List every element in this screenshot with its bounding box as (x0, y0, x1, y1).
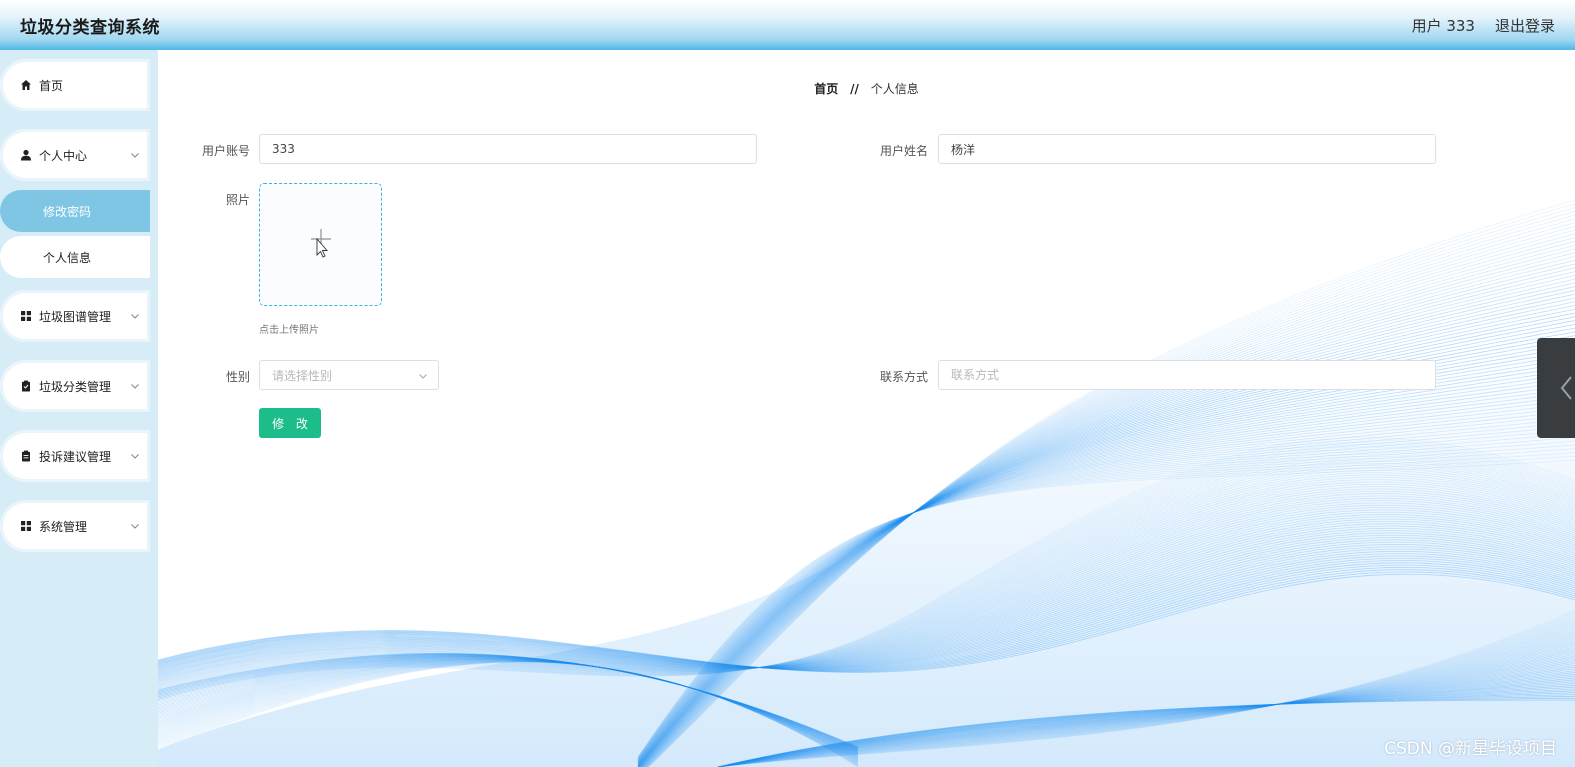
sidebar-item-label: 垃圾分类管理 (39, 379, 112, 394)
sidebar-item-garbage-classification[interactable]: 垃圾分类管理 (0, 360, 150, 412)
photo-label: 照片 (225, 193, 250, 207)
photo-upload-button[interactable] (259, 183, 382, 306)
sidebar-item-system-management[interactable]: 系统管理 (0, 500, 150, 552)
sidebar-subitem-personal-info[interactable]: 个人信息 (0, 236, 150, 278)
top-header: 垃圾分类查询系统 用户 333 退出登录 (0, 0, 1575, 50)
sidebar-item-label: 垃圾图谱管理 (39, 309, 112, 324)
name-label: 用户姓名 (879, 144, 928, 158)
sidebar-subitem-label: 修改密码 (43, 204, 92, 219)
sidebar-item-personal-center[interactable]: 个人中心 (0, 129, 150, 181)
submit-button[interactable]: 修 改 (259, 408, 321, 438)
gender-select[interactable]: 请选择性别 (259, 360, 439, 390)
sidebar-subitem-label: 个人信息 (43, 250, 92, 265)
main-content: 首页 // 个人信息 用户账号 用户姓名 照片 点击上传照片 性别 请选择性别 … (158, 50, 1575, 767)
contact-label: 联系方式 (879, 370, 928, 384)
sidebar-item-label: 投诉建议管理 (39, 449, 112, 464)
chevron-down-icon (419, 374, 427, 379)
gender-label: 性别 (225, 370, 250, 384)
breadcrumb: 首页 // 个人信息 (158, 80, 1575, 97)
sidebar-subitem-change-password[interactable]: 修改密码 (0, 190, 150, 232)
sidebar-item-label: 首页 (39, 78, 64, 93)
watermark: CSDN @新星毕设项目 (1384, 739, 1557, 759)
sidebar-item-label: 个人中心 (39, 148, 88, 163)
grid-icon (20, 310, 32, 322)
sidebar-item-home[interactable]: 首页 (0, 59, 150, 111)
chevron-left-icon (1560, 376, 1572, 400)
sidebar: 首页 个人中心 修改密码 个人信息 垃圾图谱管理 垃圾分类管理 投诉建议管理 系… (0, 50, 158, 767)
upload-tip: 点击上传照片 (259, 325, 319, 336)
app-title: 垃圾分类查询系统 (20, 17, 160, 38)
user-icon (20, 149, 32, 161)
account-input[interactable] (259, 134, 757, 164)
chevron-down-icon (131, 524, 139, 529)
sidebar-item-garbage-atlas[interactable]: 垃圾图谱管理 (0, 290, 150, 342)
gender-select-placeholder: 请选择性别 (272, 368, 333, 383)
home-icon (20, 79, 32, 91)
breadcrumb-home[interactable]: 首页 (814, 82, 838, 96)
header-user-area: 用户 333 退出登录 (1412, 15, 1555, 36)
chevron-down-icon (131, 454, 139, 459)
logout-button[interactable]: 退出登录 (1495, 15, 1555, 36)
collapse-tab[interactable] (1537, 338, 1575, 438)
sidebar-item-complaints[interactable]: 投诉建议管理 (0, 430, 150, 482)
current-user-label: 用户 333 (1411, 16, 1475, 35)
chevron-down-icon (131, 153, 139, 158)
clipboard-icon (20, 450, 32, 462)
sidebar-item-label: 系统管理 (39, 519, 88, 534)
clipboard-icon (20, 380, 32, 392)
account-label: 用户账号 (201, 144, 250, 158)
breadcrumb-separator: // (850, 82, 859, 96)
chevron-down-icon (131, 314, 139, 319)
plus-icon (310, 228, 331, 258)
grid-icon (20, 520, 32, 532)
contact-input[interactable] (938, 360, 1436, 390)
chevron-down-icon (131, 384, 139, 389)
breadcrumb-current: 个人信息 (870, 82, 919, 96)
name-input[interactable] (938, 134, 1436, 164)
